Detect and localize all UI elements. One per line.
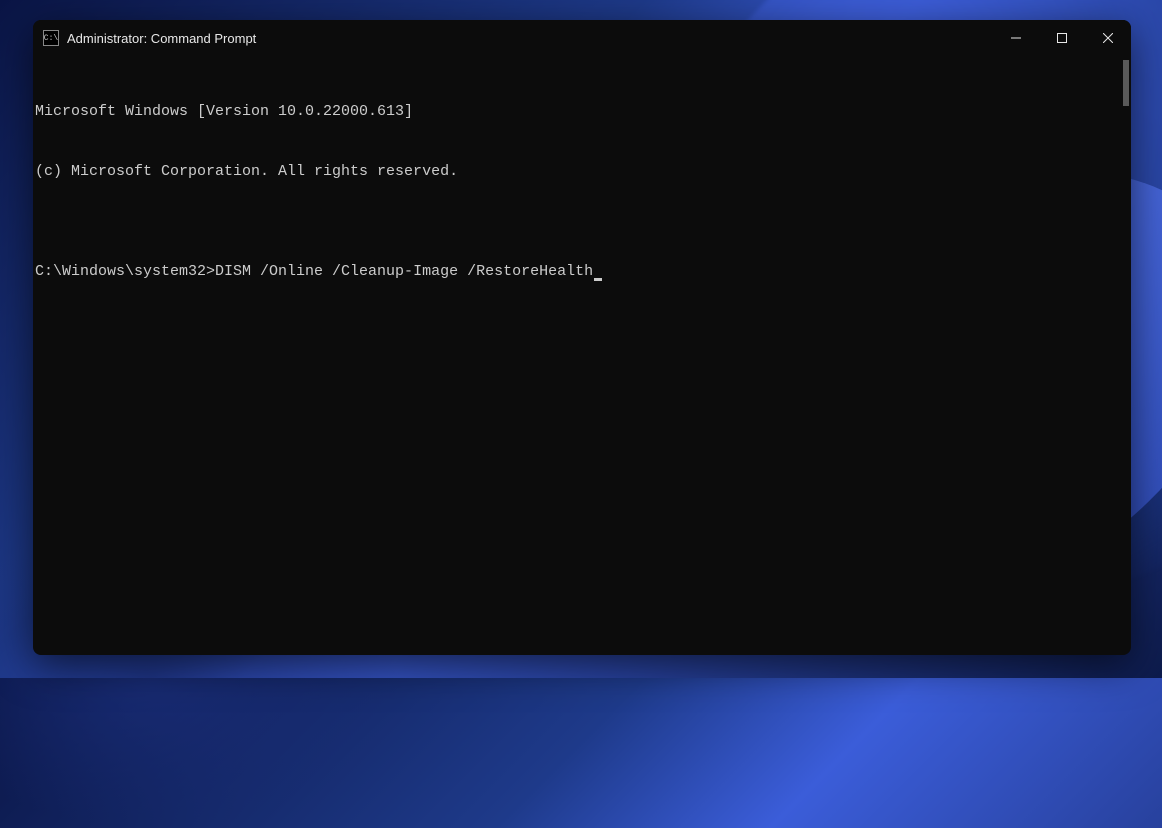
maximize-icon — [1057, 33, 1067, 43]
cmd-icon: C:\ — [43, 30, 59, 46]
command-prompt-window: C:\ Administrator: Command Prompt Micros… — [33, 20, 1131, 655]
maximize-button[interactable] — [1039, 20, 1085, 56]
copyright-line: (c) Microsoft Corporation. All rights re… — [35, 162, 1121, 182]
prompt-line: C:\Windows\system32>DISM /Online /Cleanu… — [35, 262, 1121, 282]
version-line: Microsoft Windows [Version 10.0.22000.61… — [35, 102, 1121, 122]
terminal-output: Microsoft Windows [Version 10.0.22000.61… — [35, 62, 1121, 322]
close-icon — [1103, 33, 1113, 43]
minimize-button[interactable] — [993, 20, 1039, 56]
typed-command: DISM /Online /Cleanup-Image /RestoreHeal… — [215, 263, 593, 280]
terminal-body[interactable]: Microsoft Windows [Version 10.0.22000.61… — [33, 56, 1131, 655]
title-bar[interactable]: C:\ Administrator: Command Prompt — [33, 20, 1131, 56]
window-controls — [993, 20, 1131, 56]
scrollbar-thumb[interactable] — [1123, 60, 1129, 106]
minimize-icon — [1011, 33, 1021, 43]
close-button[interactable] — [1085, 20, 1131, 56]
prompt-path: C:\Windows\system32> — [35, 263, 215, 280]
cursor — [594, 278, 602, 281]
window-title: Administrator: Command Prompt — [67, 31, 256, 46]
